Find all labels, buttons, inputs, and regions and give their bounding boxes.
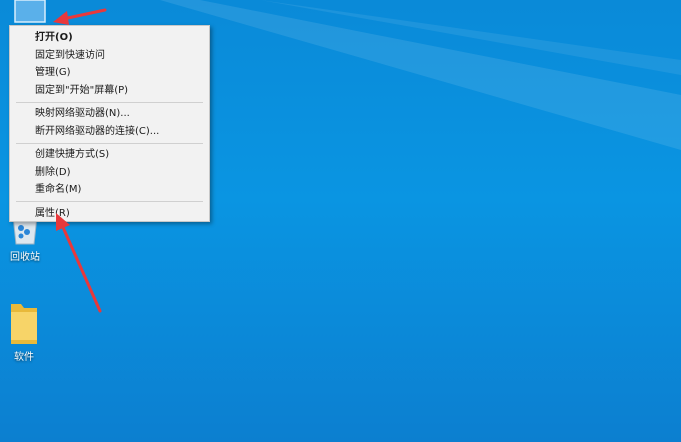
software-folder-label: 软件 <box>14 352 34 363</box>
menu-item-map-network-drive[interactable]: 映射网络驱动器(N)... <box>10 105 209 123</box>
folder-icon <box>11 304 37 344</box>
menu-separator <box>16 101 203 103</box>
menu-item-properties[interactable]: 属性(R) <box>10 205 209 223</box>
menu-item-open[interactable]: 打开(O) <box>10 29 209 47</box>
menu-item-disconnect-network-drive[interactable]: 断开网络驱动器的连接(C)... <box>10 123 209 141</box>
menu-item-delete[interactable]: 删除(D) <box>10 164 209 182</box>
menu-item-pin-start[interactable]: 固定到"开始"屏幕(P) <box>10 82 209 100</box>
menu-item-create-shortcut[interactable]: 创建快捷方式(S) <box>10 146 209 164</box>
menu-item-pin-quick-access[interactable]: 固定到快速访问 <box>10 47 209 65</box>
computer-icon <box>14 0 46 23</box>
menu-item-rename[interactable]: 重命名(M) <box>10 181 209 199</box>
recycle-bin-label: 回收站 <box>10 252 40 263</box>
software-folder-desktop-icon[interactable]: 软件 <box>0 300 54 364</box>
context-menu: 打开(O) 固定到快速访问 管理(G) 固定到"开始"屏幕(P) 映射网络驱动器… <box>9 25 210 222</box>
menu-item-manage[interactable]: 管理(G) <box>10 64 209 82</box>
menu-separator <box>16 201 203 202</box>
menu-separator <box>16 142 203 144</box>
